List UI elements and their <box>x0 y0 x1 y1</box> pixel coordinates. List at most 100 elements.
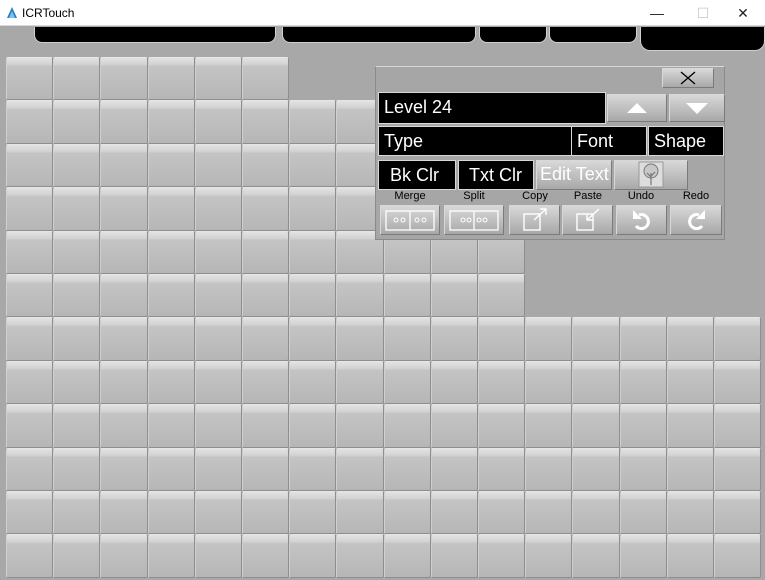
grid-button[interactable] <box>572 360 620 405</box>
grid-button[interactable] <box>6 230 54 274</box>
grid-button[interactable] <box>714 534 762 578</box>
type-button[interactable]: Type <box>378 126 572 156</box>
grid-button[interactable] <box>336 317 384 361</box>
edit-text-button[interactable]: Edit Text <box>536 160 612 190</box>
paste-button[interactable] <box>562 205 613 235</box>
grid-button[interactable] <box>6 360 54 405</box>
grid-button[interactable] <box>194 57 242 101</box>
grid-button[interactable] <box>666 534 714 578</box>
grid-button[interactable] <box>289 274 337 318</box>
grid-button[interactable] <box>100 360 148 405</box>
grid-button[interactable] <box>53 230 101 274</box>
grid-button[interactable] <box>525 491 573 535</box>
grid-button[interactable] <box>525 317 573 361</box>
grid-button[interactable] <box>100 143 148 188</box>
grid-button[interactable] <box>572 404 620 448</box>
grid-button[interactable] <box>6 491 54 535</box>
grid-button[interactable] <box>242 230 290 274</box>
grid-button[interactable] <box>572 447 620 491</box>
grid-button[interactable] <box>289 360 337 405</box>
grid-button[interactable] <box>53 491 101 535</box>
grid-button[interactable] <box>242 491 290 535</box>
grid-button[interactable] <box>619 404 667 448</box>
grid-button[interactable] <box>147 57 195 101</box>
split-button[interactable] <box>444 205 504 235</box>
grid-button[interactable] <box>478 274 526 318</box>
grid-button[interactable] <box>430 447 478 491</box>
grid-button[interactable] <box>714 447 762 491</box>
grid-button[interactable] <box>6 404 54 448</box>
grid-button[interactable] <box>289 534 337 578</box>
grid-button[interactable] <box>383 404 431 448</box>
grid-button[interactable] <box>430 491 478 535</box>
grid-button[interactable] <box>478 447 526 491</box>
grid-button[interactable] <box>383 534 431 578</box>
undo-button[interactable] <box>616 205 667 235</box>
grid-button[interactable] <box>194 143 242 188</box>
grid-button[interactable] <box>478 317 526 361</box>
grid-button[interactable] <box>336 274 384 318</box>
grid-button[interactable] <box>194 230 242 274</box>
grid-button[interactable] <box>194 404 242 448</box>
grid-button[interactable] <box>478 404 526 448</box>
grid-button[interactable] <box>572 534 620 578</box>
grid-button[interactable] <box>147 187 195 231</box>
shape-button[interactable]: Shape <box>648 126 724 156</box>
grid-button[interactable] <box>100 100 148 144</box>
grid-button[interactable] <box>6 143 54 188</box>
grid-button[interactable] <box>53 360 101 405</box>
grid-button[interactable] <box>336 447 384 491</box>
grid-button[interactable] <box>100 317 148 361</box>
grid-button[interactable] <box>147 491 195 535</box>
grid-button[interactable] <box>6 100 54 144</box>
grid-button[interactable] <box>714 491 762 535</box>
grid-button[interactable] <box>242 534 290 578</box>
redo-button[interactable] <box>670 205 722 235</box>
grid-button[interactable] <box>383 274 431 318</box>
grid-button[interactable] <box>147 317 195 361</box>
grid-button[interactable] <box>6 187 54 231</box>
grid-button[interactable] <box>336 534 384 578</box>
grid-button[interactable] <box>714 404 762 448</box>
grid-button[interactable] <box>666 317 714 361</box>
grid-button[interactable] <box>147 404 195 448</box>
grid-button[interactable] <box>666 491 714 535</box>
grid-button[interactable] <box>478 491 526 535</box>
grid-button[interactable] <box>53 100 101 144</box>
grid-button[interactable] <box>242 274 290 318</box>
grid-button[interactable] <box>100 274 148 318</box>
grid-button[interactable] <box>525 534 573 578</box>
grid-button[interactable] <box>194 534 242 578</box>
grid-button[interactable] <box>242 447 290 491</box>
grid-button[interactable] <box>147 447 195 491</box>
grid-button[interactable] <box>478 534 526 578</box>
grid-button[interactable] <box>6 534 54 578</box>
grid-button[interactable] <box>6 447 54 491</box>
grid-button[interactable] <box>619 447 667 491</box>
grid-button[interactable] <box>619 360 667 405</box>
grid-button[interactable] <box>336 491 384 535</box>
grid-button[interactable] <box>100 534 148 578</box>
grid-button[interactable] <box>194 491 242 535</box>
grid-button[interactable] <box>289 187 337 231</box>
grid-button[interactable] <box>242 187 290 231</box>
grid-button[interactable] <box>147 274 195 318</box>
grid-button[interactable] <box>714 317 762 361</box>
grid-button[interactable] <box>289 230 337 274</box>
grid-button[interactable] <box>289 100 337 144</box>
merge-button[interactable] <box>380 205 440 235</box>
grid-button[interactable] <box>430 317 478 361</box>
grid-button[interactable] <box>194 360 242 405</box>
close-panel-button[interactable] <box>662 68 714 88</box>
grid-button[interactable] <box>289 143 337 188</box>
grid-button[interactable] <box>100 491 148 535</box>
grid-button[interactable] <box>194 187 242 231</box>
grid-button[interactable] <box>242 317 290 361</box>
grid-button[interactable] <box>53 317 101 361</box>
grid-button[interactable] <box>100 404 148 448</box>
grid-button[interactable] <box>336 360 384 405</box>
grid-button[interactable] <box>430 534 478 578</box>
copy-button[interactable] <box>509 205 560 235</box>
grid-button[interactable] <box>147 360 195 405</box>
grid-button[interactable] <box>525 360 573 405</box>
